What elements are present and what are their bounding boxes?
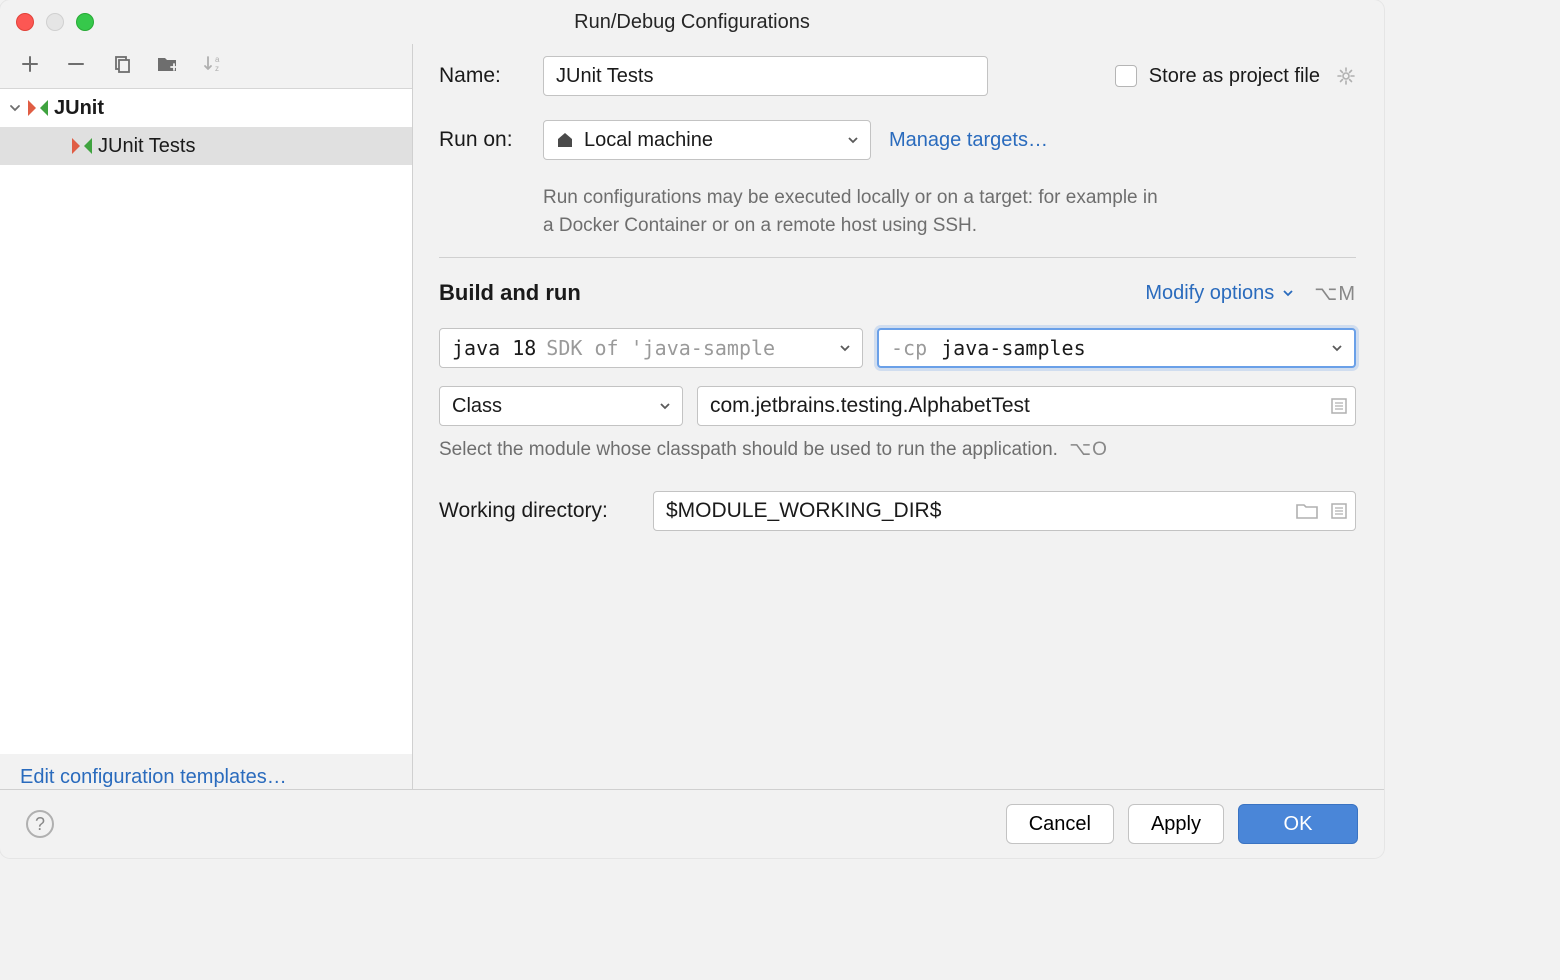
test-kind-dropdown[interactable]: Class [439, 386, 683, 426]
titlebar: Run/Debug Configurations [0, 0, 1384, 44]
tree-node-label: JUnit Tests [98, 135, 195, 158]
module-hint: Select the module whose classpath should… [439, 438, 1356, 461]
jre-suffix: SDK of 'java-sample [546, 336, 775, 360]
copy-config-button[interactable] [110, 52, 134, 76]
config-tree: JUnit JUnit Tests [0, 88, 412, 754]
expand-field-icon[interactable] [1330, 397, 1348, 415]
build-run-section-title: Build and run [439, 280, 581, 306]
run-on-value: Local machine [584, 129, 713, 152]
modify-options-link[interactable]: Modify options ⌥M [1145, 281, 1356, 306]
name-input[interactable] [543, 56, 988, 96]
remove-config-button[interactable] [64, 52, 88, 76]
class-input[interactable] [697, 386, 1356, 426]
working-directory-input[interactable] [653, 491, 1356, 531]
chevron-down-icon [8, 102, 22, 114]
add-config-button[interactable] [18, 52, 42, 76]
sidebar-toolbar: az [0, 44, 412, 88]
manage-targets-link[interactable]: Manage targets… [889, 129, 1048, 152]
chevron-down-icon [838, 341, 852, 355]
test-kind-value: Class [452, 395, 502, 418]
modify-options-label: Modify options [1145, 282, 1274, 305]
run-on-dropdown[interactable]: Local machine [543, 120, 871, 160]
jre-value: java 18 [452, 336, 536, 360]
browse-folder-icon[interactable] [1296, 502, 1318, 520]
chevron-down-icon [846, 133, 860, 147]
ok-button[interactable]: OK [1238, 804, 1358, 844]
run-on-hint: Run configurations may be executed local… [543, 184, 1163, 239]
window-title: Run/Debug Configurations [16, 11, 1368, 34]
modify-options-shortcut: ⌥M [1314, 281, 1356, 306]
classpath-value: java-samples [941, 336, 1086, 360]
apply-button[interactable]: Apply [1128, 804, 1224, 844]
module-hint-shortcut: ⌥O [1069, 439, 1108, 460]
tree-node-junit-tests[interactable]: JUnit Tests [0, 127, 412, 165]
expand-field-icon[interactable] [1330, 502, 1348, 520]
classpath-prefix: -cp [891, 336, 927, 360]
junit-icon [28, 99, 48, 117]
tree-node-label: JUnit [54, 97, 104, 120]
cancel-button[interactable]: Cancel [1006, 804, 1114, 844]
edit-templates-link[interactable]: Edit configuration templates… [20, 766, 287, 788]
home-icon [556, 131, 574, 149]
section-divider [439, 257, 1356, 258]
save-config-template-button[interactable] [156, 52, 180, 76]
name-label: Name: [439, 64, 543, 88]
working-directory-label: Working directory: [439, 499, 653, 523]
svg-text:z: z [215, 64, 219, 73]
store-as-project-file-label: Store as project file [1149, 65, 1320, 88]
help-button[interactable]: ? [26, 810, 54, 838]
junit-icon [72, 137, 92, 155]
chevron-down-icon [658, 399, 672, 413]
run-on-label: Run on: [439, 128, 543, 152]
jre-dropdown[interactable]: java 18 SDK of 'java-sample [439, 328, 863, 368]
store-as-project-file-checkbox[interactable] [1115, 65, 1137, 87]
main-panel: Name: Store as project file Run on: Loca [413, 44, 1384, 789]
dialog-footer: ? Cancel Apply OK [0, 789, 1384, 858]
sort-az-button[interactable]: az [202, 52, 226, 76]
chevron-down-icon [1330, 341, 1344, 355]
svg-text:a: a [215, 55, 220, 64]
sidebar: az JUnit JUnit Tests Edit configuration … [0, 44, 413, 789]
tree-node-junit[interactable]: JUnit [0, 89, 412, 127]
module-hint-text: Select the module whose classpath should… [439, 439, 1058, 460]
classpath-dropdown[interactable]: -cp java-samples [877, 328, 1356, 368]
gear-icon[interactable] [1336, 66, 1356, 86]
chevron-down-icon [1282, 287, 1294, 299]
